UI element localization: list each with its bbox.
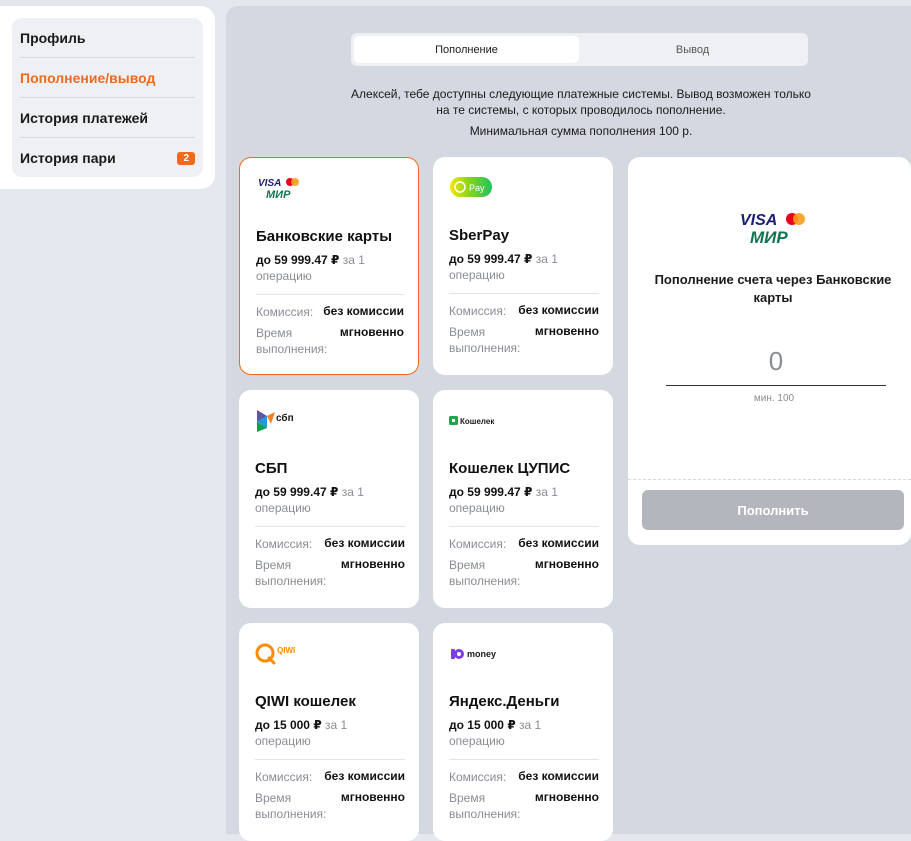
main-panel: Пополнение Вывод Алексей, тебе доступны … [226,6,911,841]
sidebar-item-label: Профиль [20,29,86,46]
payment-card-sbp[interactable]: сбп СБП до 59 999.47 ₽ за 1 операцию Ком… [239,390,419,608]
divider [449,759,599,760]
sidebar-item-label: История платежей [20,109,149,126]
yoomoney-logo: money [449,641,505,665]
sidebar-item-payment-history[interactable]: История платежей [20,98,195,138]
deposit-title: Пополнение счета через Банковские карты [654,272,892,305]
divider [628,479,911,480]
svg-text:Кошелек: Кошелек [460,417,495,426]
count-badge: 2 [177,151,195,165]
payment-card-bank-cards[interactable]: VISA МИР Банковские карты до 59 999.47 ₽… [239,157,419,375]
card-title: СБП [255,460,288,477]
card-limit: до 59 999.47 ₽ за 1 операцию [449,485,558,515]
card-limit: до 59 999.47 ₽ за 1 операцию [449,252,558,282]
payment-card-qiwi[interactable]: QIWI QIWI кошелек до 15 000 ₽ за 1 опера… [239,623,419,841]
tab-deposit[interactable]: Пополнение [354,36,579,63]
payment-card-sberpay[interactable]: Pay SberPay до 59 999.47 ₽ за 1 операцию… [433,157,613,375]
deposit-button[interactable]: Пополнить [642,490,904,530]
card-limit: до 59 999.47 ₽ за 1 операцию [256,253,365,283]
sidebar-item-label: Пополнение/вывод [20,69,156,86]
divider [255,526,405,527]
svg-text:сбп: сбп [276,412,294,424]
divider [256,294,404,295]
card-limit: до 15 000 ₽ за 1 операцию [255,718,348,748]
sidebar-item-bet-history[interactable]: История пари 2 [20,138,195,178]
sbp-logo: сбп [255,408,307,432]
sidebar-item-deposit-withdraw[interactable]: Пополнение/вывод [20,58,195,98]
sidebar-menu: Профиль Пополнение/вывод История платеже… [12,18,203,177]
divider [449,293,599,294]
card-title: Яндекс.Деньги [449,693,560,710]
card-limit: до 15 000 ₽ за 1 операцию [449,718,542,748]
amount-input[interactable] [666,337,886,386]
card-title: Банковские карты [256,228,393,245]
payment-card-koshelek-cupis[interactable]: Кошелек Кошелек ЦУПИС до 59 999.47 ₽ за … [433,390,613,608]
card-limit: до 59 999.47 ₽ за 1 операцию [255,485,364,515]
koshelek-logo: Кошелек [449,408,505,432]
divider [449,526,599,527]
card-title: Кошелек ЦУПИС [449,460,571,477]
svg-text:МИР: МИР [750,228,788,245]
svg-text:МИР: МИР [266,189,291,200]
sberpay-logo: Pay [449,175,495,199]
deposit-panel: VISA МИР Пополнение счета через Банковск… [628,157,911,545]
card-title: QIWI кошелек [255,693,356,710]
sidebar-item-profile[interactable]: Профиль [20,18,195,58]
tabs: Пополнение Вывод [351,33,808,66]
svg-text:Pay: Pay [469,183,485,193]
card-title: SberPay [449,227,510,244]
sidebar-item-label: История пари [20,150,116,166]
min-amount-hint: мин. 100 [753,393,795,404]
tab-withdraw[interactable]: Вывод [580,36,805,63]
sidebar: Профиль Пополнение/вывод История платеже… [0,6,215,189]
svg-text:money: money [467,649,496,659]
info-text: Алексей, тебе доступны следующие платежн… [351,87,811,117]
svg-text:VISA: VISA [740,212,777,229]
min-amount-text: Минимальная сумма пополнения 100 р. [469,124,693,138]
payment-card-yandex-money[interactable]: money Яндекс.Деньги до 15 000 ₽ за 1 опе… [433,623,613,841]
visa-mir-logo: VISA МИР [738,209,814,250]
visa-mir-logo: VISA МИР [256,176,304,201]
svg-text:QIWI: QIWI [277,646,295,655]
divider [255,759,405,760]
svg-text:VISA: VISA [258,178,281,189]
qiwi-logo: QIWI [255,641,307,665]
